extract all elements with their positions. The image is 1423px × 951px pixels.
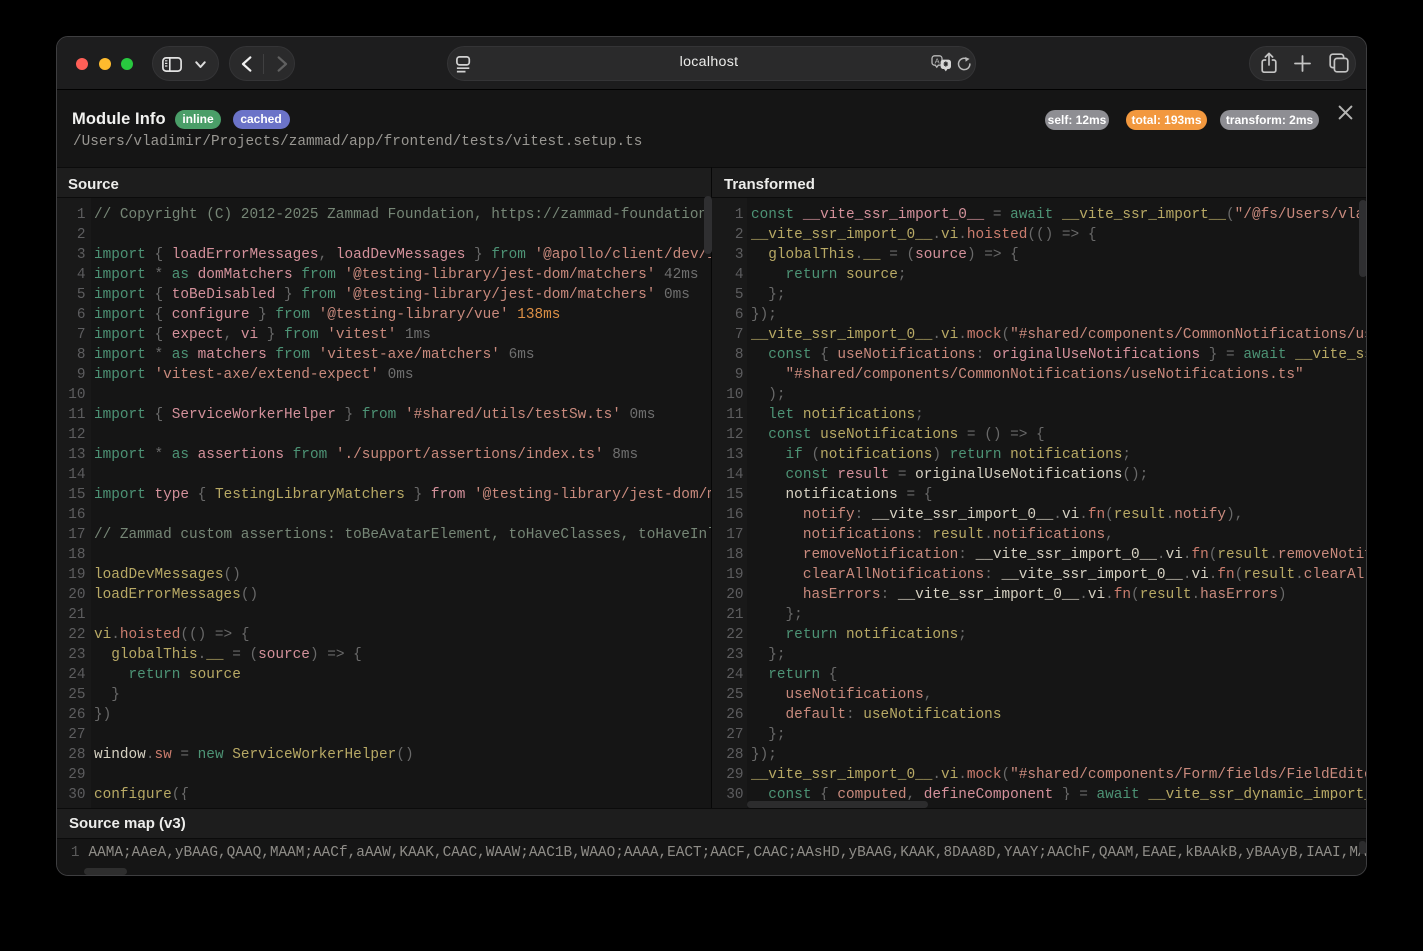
svg-text:A: A bbox=[935, 57, 940, 66]
